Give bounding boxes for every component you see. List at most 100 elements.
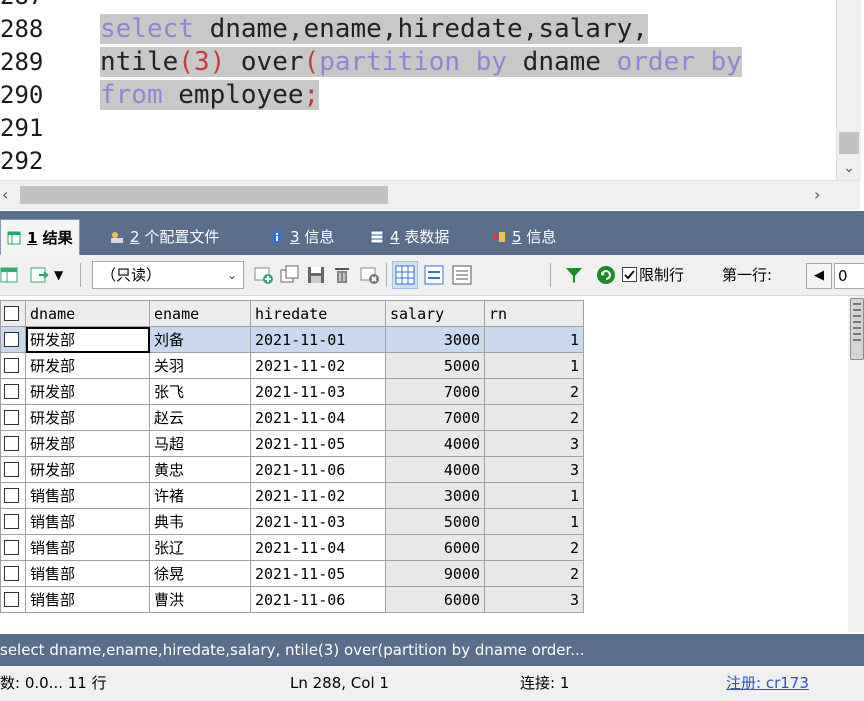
row-checkbox[interactable] [0,560,26,587]
table-cell-hiredate[interactable]: 2021-11-02 [250,482,386,509]
table-row[interactable]: 研发部 赵云 2021-11-04 7000 2 [0,404,584,431]
result-grid[interactable]: dname ename hiredate salary rn 研发部 刘备 2021… [0,296,848,632]
table-cell-dname[interactable]: 研发部 [25,352,150,379]
table-cell-rn[interactable]: 1 [484,352,584,379]
table-cell-rn[interactable]: 3 [484,456,584,483]
table-cell-salary[interactable]: 9000 [385,560,485,587]
table-cell-dname[interactable]: 研发部 [25,456,150,483]
table-cell-ename[interactable]: 马超 [149,430,251,457]
table-cell-rn[interactable]: 3 [484,586,584,613]
table-cell-ename[interactable]: 张飞 [149,378,251,405]
chevron-right-icon[interactable]: › [814,185,832,205]
table-cell-rn[interactable]: 2 [484,560,584,587]
editor-horizontal-scrollbar[interactable]: ‹ › [0,180,860,210]
table-row[interactable]: 销售部 徐晃 2021-11-05 9000 2 [0,560,584,587]
table-cell-salary[interactable]: 6000 [385,586,485,613]
table-cell-salary[interactable]: 7000 [385,404,485,431]
grid-view-icon[interactable] [0,265,20,285]
table-cell-salary[interactable]: 4000 [385,430,485,457]
first-row-input[interactable]: 0 [834,263,864,289]
row-checkbox[interactable] [0,430,26,457]
code-line[interactable]: select dname,ename,hiredate,salary, [100,13,648,46]
table-row[interactable]: 研发部 张飞 2021-11-03 7000 2 [0,378,584,405]
table-cell-ename[interactable]: 张辽 [149,534,251,561]
delete-icon[interactable] [332,265,352,285]
select-all-checkbox[interactable] [0,300,26,327]
tab-profile[interactable]: 2 个配置文件 [104,219,225,255]
table-cell-rn[interactable]: 3 [484,430,584,457]
table-cell-rn[interactable]: 2 [484,534,584,561]
grid-vertical-scrollbar[interactable] [848,296,864,632]
column-header-ename[interactable]: ename [149,300,251,327]
grid-layout-icon[interactable] [392,261,418,289]
table-cell-ename[interactable]: 刘备 [149,326,251,353]
row-checkbox[interactable] [0,326,26,353]
register-link[interactable]: 注册: cr173 [726,666,809,701]
readonly-mode-select[interactable]: （只读） ⌄ [92,261,244,289]
previous-page-button[interactable]: ◀ [806,263,832,289]
column-header-hiredate[interactable]: hiredate [250,300,386,327]
row-checkbox[interactable] [0,482,26,509]
table-cell-hiredate[interactable]: 2021-11-06 [250,456,386,483]
table-cell-rn[interactable]: 1 [484,482,584,509]
table-cell-rn[interactable]: 2 [484,378,584,405]
scroll-thumb[interactable] [839,132,859,154]
row-checkbox[interactable] [0,508,26,535]
table-cell-salary[interactable]: 6000 [385,534,485,561]
table-cell-salary[interactable]: 7000 [385,378,485,405]
table-cell-hiredate[interactable]: 2021-11-03 [250,378,386,405]
table-cell-ename[interactable]: 许褚 [149,482,251,509]
table-cell-hiredate[interactable]: 2021-11-06 [250,586,386,613]
text-layout-icon[interactable] [452,265,472,285]
scroll-thumb[interactable] [850,298,864,360]
column-header-dname[interactable]: dname [25,300,150,327]
table-cell-dname[interactable]: 研发部 [25,326,150,353]
table-row[interactable]: 销售部 许褚 2021-11-02 3000 1 [0,482,584,509]
form-layout-icon[interactable] [424,265,444,285]
tab-results[interactable]: 1 结果 [0,219,80,256]
tab-table-data[interactable]: 4 表数据 [364,219,455,255]
table-cell-dname[interactable]: 销售部 [25,586,150,613]
table-cell-hiredate[interactable]: 2021-11-05 [250,430,386,457]
table-cell-hiredate[interactable]: 2021-11-03 [250,508,386,535]
table-cell-hiredate[interactable]: 2021-11-04 [250,404,386,431]
table-cell-hiredate[interactable]: 2021-11-05 [250,560,386,587]
insert-row-icon[interactable] [254,265,274,285]
table-cell-dname[interactable]: 研发部 [25,404,150,431]
table-cell-ename[interactable]: 关羽 [149,352,251,379]
export-icon[interactable] [30,265,50,285]
table-row[interactable]: 研发部 关羽 2021-11-02 5000 1 [0,352,584,379]
table-cell-dname[interactable]: 销售部 [25,482,150,509]
table-row[interactable]: 研发部 马超 2021-11-05 4000 3 [0,430,584,457]
table-cell-rn[interactable]: 1 [484,326,584,353]
refresh-icon[interactable] [596,265,616,285]
table-cell-hiredate[interactable]: 2021-11-01 [250,326,386,353]
scroll-thumb[interactable] [20,186,388,204]
column-header-rn[interactable]: rn [484,300,584,327]
chevron-down-icon[interactable]: ▼ [54,263,63,287]
table-cell-dname[interactable]: 研发部 [25,378,150,405]
code-line[interactable]: ntile(3) over(partition by dname order b… [100,46,742,79]
duplicate-row-icon[interactable] [280,265,300,285]
table-cell-dname[interactable]: 研发部 [25,430,150,457]
table-cell-dname[interactable]: 销售部 [25,508,150,535]
table-cell-salary[interactable]: 3000 [385,482,485,509]
row-checkbox[interactable] [0,586,26,613]
chevron-down-icon[interactable]: ⌄ [839,158,859,178]
code-line[interactable]: from employee; [100,79,320,112]
chevron-left-icon[interactable]: ‹ [2,185,20,205]
table-cell-ename[interactable]: 黄忠 [149,456,251,483]
cancel-changes-icon[interactable] [360,265,380,285]
save-icon[interactable] [306,265,326,285]
table-row[interactable]: 研发部 刘备 2021-11-01 3000 1 [0,326,584,353]
editor-vertical-scrollbar[interactable]: ⌄ [836,0,861,180]
filter-icon[interactable] [564,265,584,285]
table-cell-ename[interactable]: 赵云 [149,404,251,431]
row-checkbox[interactable] [0,404,26,431]
table-cell-ename[interactable]: 典韦 [149,508,251,535]
table-cell-ename[interactable]: 徐晃 [149,560,251,587]
table-cell-salary[interactable]: 5000 [385,508,485,535]
table-row[interactable]: 销售部 典韦 2021-11-03 5000 1 [0,508,584,535]
limit-rows-checkbox[interactable] [622,267,637,282]
table-row[interactable]: 销售部 张辽 2021-11-04 6000 2 [0,534,584,561]
